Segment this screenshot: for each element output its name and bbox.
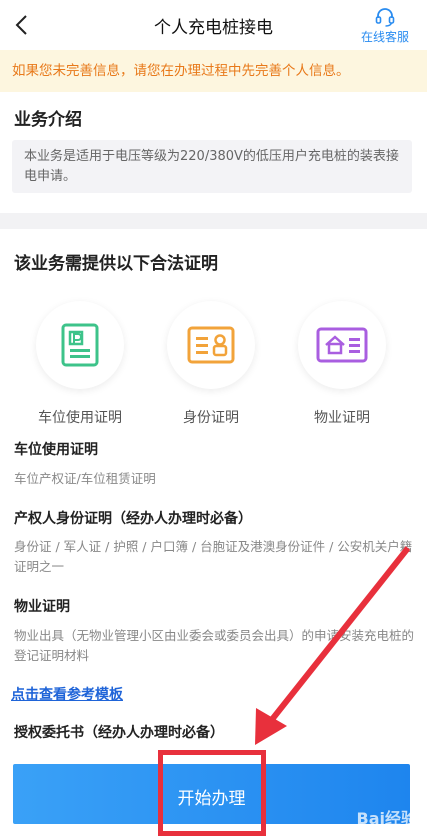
req-identity-title: 产权人身份证明（经办人办理时必备） [14, 511, 252, 527]
req-parking-desc: 车位产权证/车位租赁证明 [14, 471, 156, 486]
online-service-button[interactable]: 在线客服 [357, 7, 413, 45]
start-button-label: 开始办理 [177, 789, 246, 808]
req-property-title: 物业证明 [14, 599, 70, 615]
info-notice: 如果您未完善信息，请您在办理过程中先完善个人信息。 [0, 50, 427, 92]
documents-section: 该业务需提供以下合法证明 车位使用证明 身份证明 物业证明 车位使用证明 车位产… [0, 229, 427, 839]
doc-identity-label: 身份证明 [183, 410, 239, 426]
doc-property-label: 物业证明 [314, 410, 370, 426]
req-authorization-title: 授权委托书（经办人办理时必备） [14, 725, 224, 741]
id-card-icon [187, 326, 235, 364]
view-template-link[interactable]: 点击查看参考模板 [11, 684, 123, 704]
req-parking-title: 车位使用证明 [14, 442, 98, 458]
req-property-desc: 物业出具（无物业管理小区由业委会或委员会出具）的申请安装充电桩的登记证明材料 [14, 628, 415, 663]
intro-section: 业务介绍 本业务是适用于电压等级为220/380V的低压用户充电桩的装表接电申请… [0, 92, 427, 213]
start-button[interactable]: 开始办理 [13, 764, 410, 824]
doc-parking-label: 车位使用证明 [38, 410, 122, 426]
req-identity-desc: 身份证 / 军人证 / 护照 / 户口簿 / 台胞证及港澳身份证件 / 公安机关… [14, 539, 413, 574]
parking-document-icon [61, 323, 99, 367]
doc-parking-circle [36, 301, 124, 389]
headset-icon [375, 8, 395, 27]
doc-identity-circle [167, 301, 255, 389]
doc-parking-proof[interactable]: 车位使用证明 [30, 301, 130, 427]
documents-title: 该业务需提供以下合法证明 [14, 254, 218, 274]
doc-property-circle [298, 301, 386, 389]
doc-property-proof[interactable]: 物业证明 [292, 301, 392, 427]
online-service-label: 在线客服 [360, 30, 409, 44]
intro-title: 业务介绍 [14, 110, 82, 130]
doc-identity-proof[interactable]: 身份证明 [161, 301, 261, 427]
header-bar: 个人充电桩接电 在线客服 [0, 0, 427, 50]
house-document-icon [316, 327, 368, 363]
intro-text: 本业务是适用于电压等级为220/380V的低压用户充电桩的装表接电申请。 [12, 140, 412, 193]
